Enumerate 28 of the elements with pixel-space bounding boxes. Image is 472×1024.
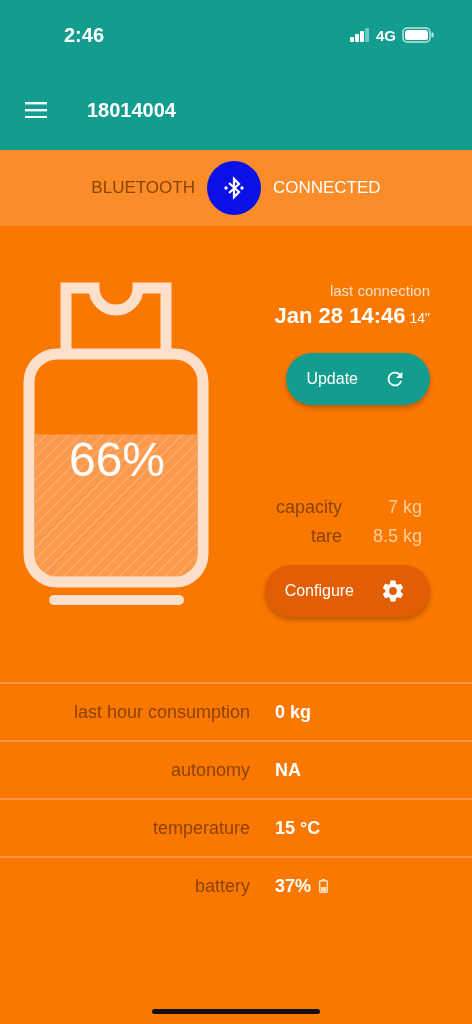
network-type: 4G — [376, 26, 396, 44]
signal-icon — [350, 28, 370, 42]
connection-status: CONNECTED — [272, 178, 381, 198]
settings-icon — [380, 578, 406, 604]
update-button[interactable]: Update — [286, 353, 430, 405]
spec-label: capacity — [275, 497, 342, 518]
stat-value: 0 kg — [275, 701, 312, 723]
stat-value: 37% — [275, 875, 312, 897]
battery-icon — [402, 27, 434, 43]
battery-icon — [319, 879, 329, 893]
spec-label: tare — [309, 526, 342, 547]
last-connection-seconds: 14" — [409, 310, 430, 326]
device-title: 18014004 — [87, 98, 176, 122]
stat-label: autonomy — [169, 759, 250, 781]
menu-icon[interactable] — [25, 102, 47, 118]
stat-value: 15 °C — [275, 817, 321, 839]
spec-value: 8.5 kg — [371, 526, 422, 547]
stat-label: last hour consumption — [72, 701, 250, 723]
stat-value: NA — [275, 759, 301, 781]
fill-percentage: 66% — [67, 432, 167, 487]
last-connection-label: last connection — [329, 282, 430, 299]
spec-value: 7 kg — [386, 497, 422, 518]
status-time: 2:46 — [64, 23, 105, 47]
last-connection-date: Jan 28 14:46 — [274, 303, 406, 329]
stat-label: battery — [193, 875, 250, 897]
configure-button[interactable]: Configure — [264, 565, 430, 617]
bluetooth-label: BLUETOOTH — [91, 178, 195, 198]
stat-label: temperature — [151, 817, 250, 839]
